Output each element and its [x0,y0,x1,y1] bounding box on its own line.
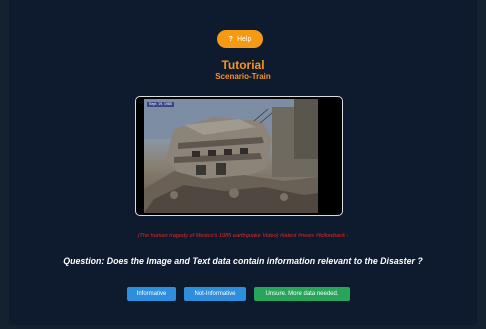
help-button-label: Help [236,35,252,43]
help-button[interactable]: ? Help [217,30,263,48]
media-frame[interactable]: Sept. 19, 1985 [135,96,343,216]
tweet-caption: (The human tragedy of Mexico's 1985 eart… [137,233,349,239]
scenario-subtitle: Scenario-Train [215,72,271,81]
video-date-stamp: Sept. 19, 1985 [147,102,174,107]
question-icon: ? [228,35,233,43]
unsure-button[interactable]: Unsure. More data needed. [254,287,350,301]
collapsed-building-image [144,99,318,213]
informative-button[interactable]: Informative [127,287,176,301]
not-informative-button[interactable]: Not-Informative [184,287,246,301]
earthquake-video[interactable]: Sept. 19, 1985 [144,99,318,213]
page-title: Tutorial [221,58,265,72]
question-text: Question: Does the Image and Text data c… [63,256,423,266]
